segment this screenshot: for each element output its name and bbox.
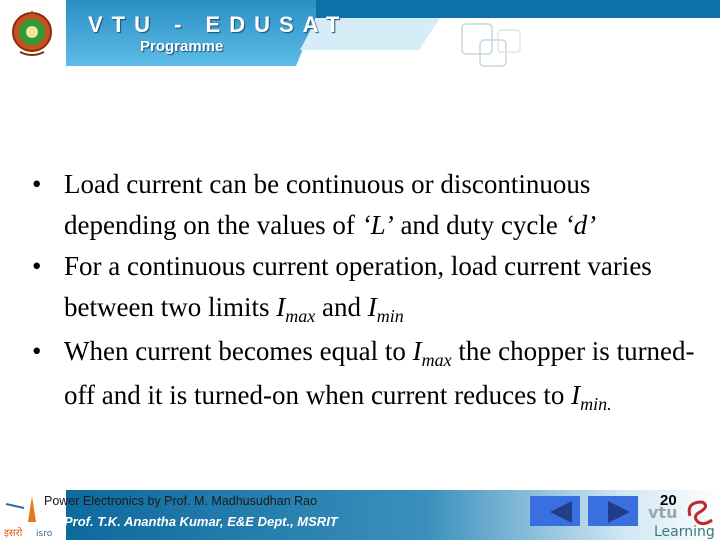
symbol-imin: Imin [367, 292, 404, 326]
page-number: 20 [660, 492, 677, 509]
symbol-L: ‘L’ [361, 210, 394, 240]
symbol-I: I [367, 292, 377, 322]
triangle-right-icon [608, 501, 630, 523]
subscript: max [285, 306, 316, 326]
slide-footer: इसरो isro Power Electronics by Prof. M. … [0, 490, 720, 540]
symbol-I: I [412, 336, 422, 366]
bullet-text: and [315, 292, 368, 322]
symbol-imin: Imin. [571, 380, 612, 414]
symbol-I: I [571, 380, 581, 410]
bullet-text: and duty cycle [393, 210, 565, 240]
vtu-logo-box [0, 0, 67, 68]
course-credit: Power Electronics by Prof. M. Madhusudha… [44, 494, 318, 508]
bullet-dot: • [32, 336, 42, 366]
bullet-dot: • [32, 169, 42, 199]
decorative-squares-icon [461, 23, 521, 67]
bullet-item: • For a continuous current operation, lo… [32, 246, 702, 331]
subscript: max [421, 350, 452, 370]
svg-text:Learning: Learning [654, 524, 715, 540]
slide-content: • Load current can be continuous or disc… [32, 164, 702, 419]
vtu-elearning-logo-icon: vtu Learning [648, 500, 715, 540]
header-subtitle: Programme [140, 38, 224, 55]
slide-header: VTU - EDUSAT Programme [0, 0, 720, 68]
symbol-d: ‘d’ [564, 210, 597, 240]
header-title: VTU - EDUSAT [88, 12, 349, 37]
author-credit: Prof. T.K. Anantha Kumar, E&E Dept., MSR… [64, 514, 338, 529]
svg-text:isro: isro [36, 529, 53, 539]
next-slide-button[interactable] [588, 496, 638, 526]
bullet-dot: • [32, 251, 42, 281]
bullet-item: • Load current can be continuous or disc… [32, 164, 702, 246]
previous-slide-button[interactable] [530, 496, 580, 526]
bullet-text: When current becomes equal to [64, 336, 413, 366]
bullet-item: • When current becomes equal to Imax the… [32, 331, 702, 419]
subscript: min. [580, 394, 612, 414]
svg-text:इसरो: इसरो [4, 527, 23, 539]
subscript: min [376, 306, 404, 326]
symbol-imax: Imax [276, 292, 315, 326]
symbol-imax: Imax [412, 336, 452, 370]
vtu-logo-icon [12, 10, 52, 56]
triangle-left-icon [550, 501, 572, 523]
symbol-I: I [276, 292, 286, 322]
